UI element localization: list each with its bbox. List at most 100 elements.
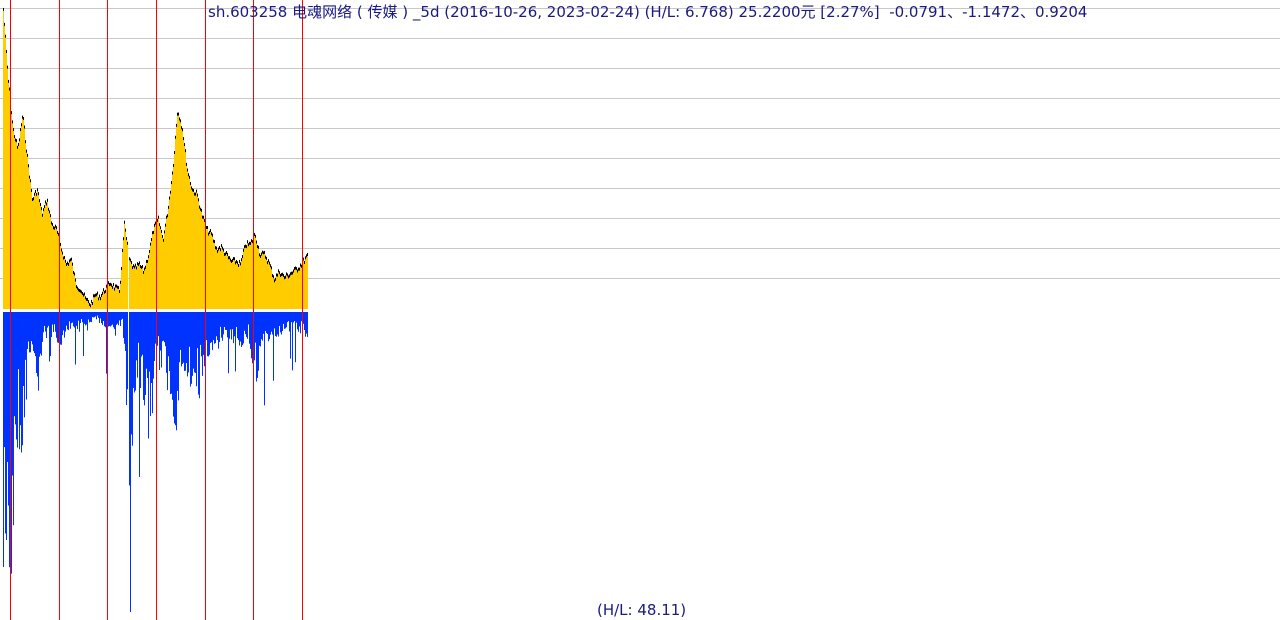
price-bar: [101, 295, 102, 309]
price-line-segment: [71, 257, 72, 261]
volume-bar: [61, 312, 62, 345]
price-line-segment: [49, 210, 50, 214]
price-line-segment: [58, 232, 59, 236]
volume-bar: [91, 312, 92, 323]
price-line-segment: [39, 199, 40, 203]
price-line-segment: [260, 254, 261, 258]
price-bar: [103, 290, 104, 309]
volume-bar: [83, 312, 84, 357]
price-bar: [214, 242, 215, 309]
price-line-segment: [307, 252, 308, 256]
price-line-segment: [179, 117, 180, 121]
price-line-segment: [166, 215, 167, 219]
price-bar: [81, 292, 82, 309]
price-bar: [222, 248, 223, 309]
volume-bar: [80, 312, 81, 324]
price-bar: [194, 194, 195, 309]
price-line-segment: [135, 263, 136, 267]
price-bar: [250, 243, 251, 309]
price-bar: [172, 173, 173, 309]
volume-bar: [93, 312, 94, 318]
price-line-segment: [63, 256, 64, 260]
volume-bar: [301, 312, 302, 322]
price-bar: [42, 215, 43, 309]
price-bar: [148, 257, 149, 309]
volume-bar: [197, 312, 198, 349]
price-bar: [16, 141, 17, 309]
volume-bar: [281, 312, 282, 335]
price-line-segment: [269, 261, 270, 265]
price-bar: [237, 263, 238, 309]
price-line-segment: [37, 188, 38, 192]
price-line-segment: [150, 242, 151, 246]
volume-bar: [209, 312, 210, 355]
price-line-segment: [75, 278, 76, 282]
price-line-segment: [147, 259, 148, 263]
price-bar: [184, 145, 185, 309]
price-line-segment: [45, 200, 46, 204]
price-line-segment: [145, 265, 146, 269]
price-bar: [50, 216, 51, 309]
volume-bar: [78, 312, 79, 321]
price-line-segment: [243, 248, 244, 252]
price-bar: [43, 210, 44, 309]
price-line-segment: [186, 162, 187, 166]
price-bar: [270, 266, 271, 309]
price-line-segment: [121, 266, 122, 270]
volume-bar: [203, 312, 204, 355]
price-line-segment: [286, 272, 287, 276]
price-line-segment: [157, 218, 158, 222]
volume-bar: [306, 312, 307, 334]
volume-bar: [35, 312, 36, 357]
volume-bar: [250, 312, 251, 349]
price-line-segment: [199, 205, 200, 209]
volume-bar: [69, 312, 70, 322]
volume-bar: [90, 312, 91, 322]
price-line-segment: [14, 135, 15, 139]
volume-bar: [112, 312, 113, 325]
price-line-segment: [53, 226, 54, 230]
price-line-segment: [160, 226, 161, 230]
price-line-segment: [27, 153, 28, 157]
price-line-segment: [196, 189, 197, 193]
price-line-segment: [141, 266, 142, 270]
volume-bar: [188, 312, 189, 373]
price-bar: [17, 147, 18, 309]
stock-chart: [0, 0, 1280, 620]
volume-bar: [72, 312, 73, 323]
volume-bar: [190, 312, 191, 387]
volume-bar: [208, 312, 209, 357]
price-bar: [21, 125, 22, 309]
price-bar: [175, 137, 176, 309]
price-line-segment: [18, 142, 19, 146]
price-bar: [51, 223, 52, 309]
price-line-segment: [74, 272, 75, 276]
volume-bar: [29, 312, 30, 353]
price-bar: [295, 268, 296, 309]
price-line-segment: [295, 266, 296, 270]
volume-bar: [152, 312, 153, 414]
volume-bar: [155, 312, 156, 344]
volume-bar: [191, 312, 192, 384]
price-line-segment: [244, 245, 245, 249]
price-bar: [82, 293, 83, 309]
price-bar: [206, 228, 207, 309]
price-line-segment: [234, 257, 235, 261]
volume-bar: [254, 312, 255, 361]
price-bar: [306, 256, 307, 309]
price-bar: [164, 232, 165, 309]
price-bar: [198, 200, 199, 309]
price-bar: [160, 228, 161, 309]
price-line-segment: [125, 228, 126, 232]
volume-bar: [185, 312, 186, 371]
volume-bar: [77, 312, 78, 330]
price-bar: [196, 191, 197, 309]
price-bar: [268, 261, 269, 309]
price-line-segment: [70, 258, 71, 262]
volume-bar: [110, 312, 111, 327]
volume-bar: [62, 312, 63, 336]
volume-bar: [298, 312, 299, 332]
price-bar: [72, 264, 73, 309]
volume-bar: [143, 312, 144, 400]
price-line-segment: [300, 263, 301, 267]
